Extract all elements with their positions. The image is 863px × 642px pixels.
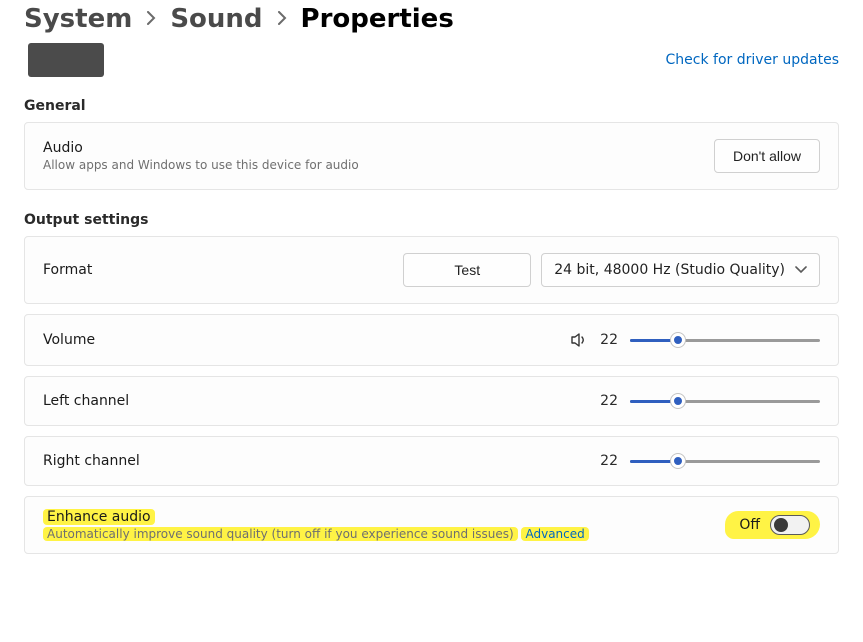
test-button[interactable]: Test [403,253,531,287]
device-thumbnail [28,43,104,77]
volume-label: Volume [43,332,95,348]
breadcrumb-sound[interactable]: Sound [170,4,262,34]
breadcrumb: System Sound Properties [24,0,839,40]
volume-value: 22 [600,332,618,348]
chevron-down-icon [795,262,807,278]
right-channel-value: 22 [600,453,618,469]
card-audio-permission: Audio Allow apps and Windows to use this… [24,122,839,190]
enhance-audio-label: Enhance audio [43,509,589,525]
chevron-right-icon [146,10,156,29]
check-driver-updates-link[interactable]: Check for driver updates [666,52,839,68]
breadcrumb-properties: Properties [301,4,454,34]
volume-slider[interactable] [630,332,820,348]
card-enhance-audio: Enhance audio Automatically improve soun… [24,496,839,554]
format-label: Format [43,262,92,278]
enhance-toggle-state: Off [739,517,760,533]
right-channel-label: Right channel [43,453,140,469]
enhance-audio-subtitle: Automatically improve sound quality (tur… [43,527,589,541]
format-select[interactable]: 24 bit, 48000 Hz (Studio Quality) [541,253,820,287]
speaker-icon[interactable] [570,331,588,349]
card-format: Format Test 24 bit, 48000 Hz (Studio Qua… [24,236,839,304]
format-selected-value: 24 bit, 48000 Hz (Studio Quality) [554,262,785,278]
enhance-audio-toggle[interactable] [770,515,810,535]
left-channel-label: Left channel [43,393,129,409]
dont-allow-button[interactable]: Don't allow [714,139,820,173]
left-channel-value: 22 [600,393,618,409]
card-right-channel: Right channel 22 [24,436,839,486]
audio-subtitle: Allow apps and Windows to use this devic… [43,158,359,172]
chevron-right-icon [277,10,287,29]
left-channel-slider[interactable] [630,393,820,409]
card-left-channel: Left channel 22 [24,376,839,426]
section-general: General [24,98,839,114]
breadcrumb-system[interactable]: System [24,4,132,34]
audio-title: Audio [43,140,359,156]
section-output: Output settings [24,212,839,228]
card-volume: Volume 22 [24,314,839,366]
right-channel-slider[interactable] [630,453,820,469]
enhance-advanced-link[interactable]: Advanced [525,527,584,541]
